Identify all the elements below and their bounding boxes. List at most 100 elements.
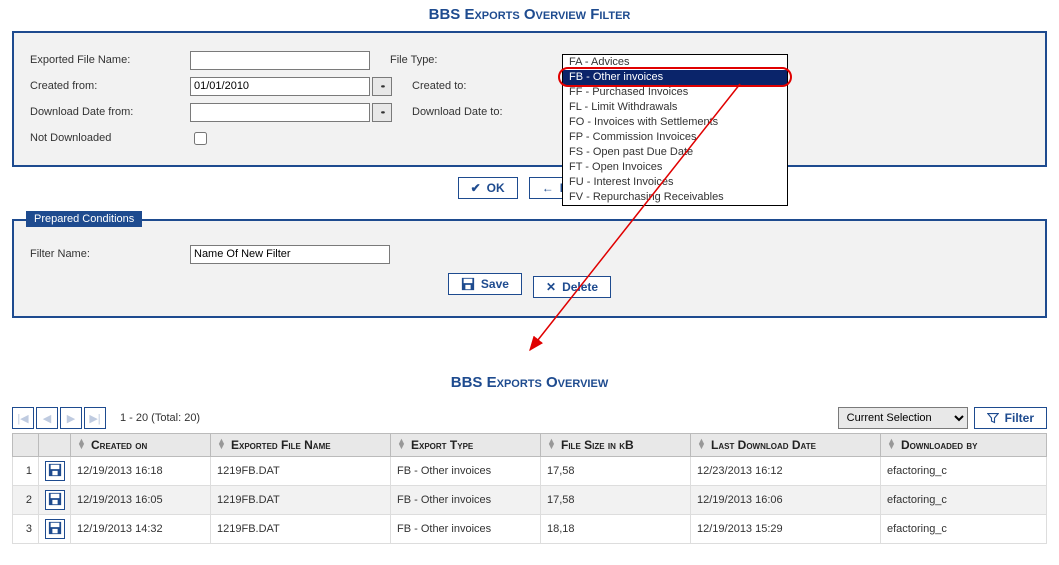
funnel-icon	[987, 412, 999, 424]
sort-icon: ▲▼	[887, 439, 897, 449]
delete-label: Delete	[562, 280, 598, 294]
sort-icon: ▲▼	[697, 439, 707, 449]
file-type-option[interactable]: FP - Commission Invoices	[563, 130, 787, 145]
col-export-type[interactable]: ▲▼ Export Type	[391, 434, 541, 457]
filter-title: BBS Exports Overview Filter	[0, 0, 1059, 31]
download-button[interactable]	[45, 461, 65, 481]
not-downloaded-checkbox[interactable]	[194, 132, 207, 145]
delete-button[interactable]: ✕ Delete	[533, 276, 611, 298]
save-icon	[461, 277, 475, 291]
sort-icon: ▲▼	[397, 439, 407, 449]
cell-downloaded-by: efactoring_c	[881, 515, 1047, 544]
prepared-conditions-panel: Prepared Conditions Filter Name: Save ✕ …	[12, 219, 1047, 318]
col-rownum	[13, 434, 39, 457]
cell-last-download: 12/19/2013 16:06	[691, 486, 881, 515]
col-last-download[interactable]: ▲▼ Last Download Date	[691, 434, 881, 457]
cell-downloaded-by: efactoring_c	[881, 457, 1047, 486]
cell-export-type: FB - Other invoices	[391, 457, 541, 486]
save-button[interactable]: Save	[448, 273, 522, 295]
exported-file-name-input[interactable]	[190, 51, 370, 70]
file-type-option[interactable]: FU - Interest Invoices	[563, 175, 787, 190]
file-type-option[interactable]: FL - Limit Withdrawals	[563, 100, 787, 115]
file-type-dropdown-list[interactable]: FA - AdvicesFB - Other invoicesFF - Purc…	[562, 54, 788, 206]
exports-table: ▲▼Created on ▲▼ Exported File Name ▲▼ Expo…	[12, 433, 1047, 544]
exported-file-name-label: Exported File Name:	[30, 54, 190, 66]
cell-last-download: 12/19/2013 15:29	[691, 515, 881, 544]
cell-exported-file-name: 1219FB.DAT	[211, 457, 391, 486]
ok-button[interactable]: ✔ OK	[458, 177, 518, 199]
col-exported-file-name-label: Exported File Name	[231, 438, 331, 452]
download-button[interactable]	[45, 519, 65, 539]
col-export-type-label: Export Type	[411, 438, 473, 452]
filter-name-input[interactable]	[190, 245, 390, 264]
disk-icon	[48, 492, 62, 509]
row-number: 3	[13, 515, 39, 544]
last-icon: ▶|	[89, 412, 100, 425]
filter-label: Filter	[1005, 411, 1034, 425]
next-page-button[interactable]: ▶	[60, 407, 82, 429]
file-type-option[interactable]: FV - Repurchasing Receivables	[563, 190, 787, 205]
download-to-label: Download Date to:	[392, 106, 552, 118]
sort-icon: ▲▼	[217, 439, 227, 449]
arrow-left-icon: ←	[542, 181, 554, 195]
table-row: 312/19/2013 14:321219FB.DATFB - Other in…	[13, 515, 1047, 544]
download-button[interactable]	[45, 490, 65, 510]
cell-created-on: 12/19/2013 16:18	[71, 457, 211, 486]
cell-file-size: 18,18	[541, 515, 691, 544]
prepared-conditions-legend: Prepared Conditions	[26, 211, 142, 227]
filter-name-label: Filter Name:	[30, 248, 190, 260]
ellipsis-icon: •••	[381, 82, 383, 91]
file-type-option[interactable]: FO - Invoices with Settlements	[563, 115, 787, 130]
cell-export-type: FB - Other invoices	[391, 486, 541, 515]
file-type-option[interactable]: FB - Other invoices	[563, 70, 787, 85]
file-type-option[interactable]: FT - Open Invoices	[563, 160, 787, 175]
filter-panel: Exported File Name: File Type: Created f…	[12, 31, 1047, 167]
range-text: 1 - 20 (Total: 20)	[120, 412, 200, 424]
prev-page-button[interactable]: ◀	[36, 407, 58, 429]
col-exported-file-name[interactable]: ▲▼ Exported File Name	[211, 434, 391, 457]
cell-exported-file-name: 1219FB.DAT	[211, 486, 391, 515]
file-type-option[interactable]: FA - Advices	[563, 55, 787, 70]
next-icon: ▶	[67, 412, 75, 425]
cell-exported-file-name: 1219FB.DAT	[211, 515, 391, 544]
row-number: 1	[13, 457, 39, 486]
col-last-download-label: Last Download Date	[711, 438, 816, 452]
ellipsis-icon: •••	[381, 108, 383, 117]
not-downloaded-label: Not Downloaded	[30, 132, 190, 144]
filter-button[interactable]: Filter	[974, 407, 1047, 429]
table-row: 212/19/2013 16:051219FB.DATFB - Other in…	[13, 486, 1047, 515]
check-icon: ✔	[471, 181, 481, 195]
file-type-option[interactable]: FS - Open past Due Date	[563, 145, 787, 160]
file-type-option[interactable]: FF - Purchased Invoices	[563, 85, 787, 100]
col-created-on[interactable]: ▲▼Created on	[71, 434, 211, 457]
download-from-calendar-button[interactable]: •••	[372, 103, 392, 122]
cell-export-type: FB - Other invoices	[391, 515, 541, 544]
last-page-button[interactable]: ▶|	[84, 407, 106, 429]
save-label: Save	[481, 277, 509, 291]
col-file-size[interactable]: ▲▼File Size in kB	[541, 434, 691, 457]
download-from-label: Download Date from:	[30, 106, 190, 118]
table-row: 1 12/19/2013 16:181219FB.DATFB - Other in…	[13, 457, 1047, 486]
cell-file-size: 17,58	[541, 486, 691, 515]
first-page-button[interactable]: |◀	[12, 407, 34, 429]
created-from-calendar-button[interactable]: •••	[372, 77, 392, 96]
cell-file-size: 17,58	[541, 457, 691, 486]
overview-title: BBS Exports Overview	[0, 368, 1059, 399]
first-icon: |◀	[17, 412, 28, 425]
col-downloaded-by-label: Downloaded by	[901, 438, 977, 452]
file-type-label: File Type:	[390, 54, 550, 66]
cell-downloaded-by: efactoring_c	[881, 486, 1047, 515]
disk-icon	[48, 463, 62, 480]
selection-dropdown[interactable]: Current Selection	[838, 407, 968, 429]
row-number: 2	[13, 486, 39, 515]
download-from-input[interactable]	[190, 103, 370, 122]
col-file-size-label: File Size in kB	[561, 438, 634, 452]
created-from-input[interactable]	[190, 77, 370, 96]
col-action	[39, 434, 71, 457]
sort-icon: ▲▼	[77, 439, 87, 449]
disk-icon	[48, 521, 62, 538]
col-downloaded-by[interactable]: ▲▼ Downloaded by	[881, 434, 1047, 457]
x-icon: ✕	[546, 280, 556, 294]
created-from-label: Created from:	[30, 80, 190, 92]
cell-last-download: 12/23/2013 16:12	[691, 457, 881, 486]
